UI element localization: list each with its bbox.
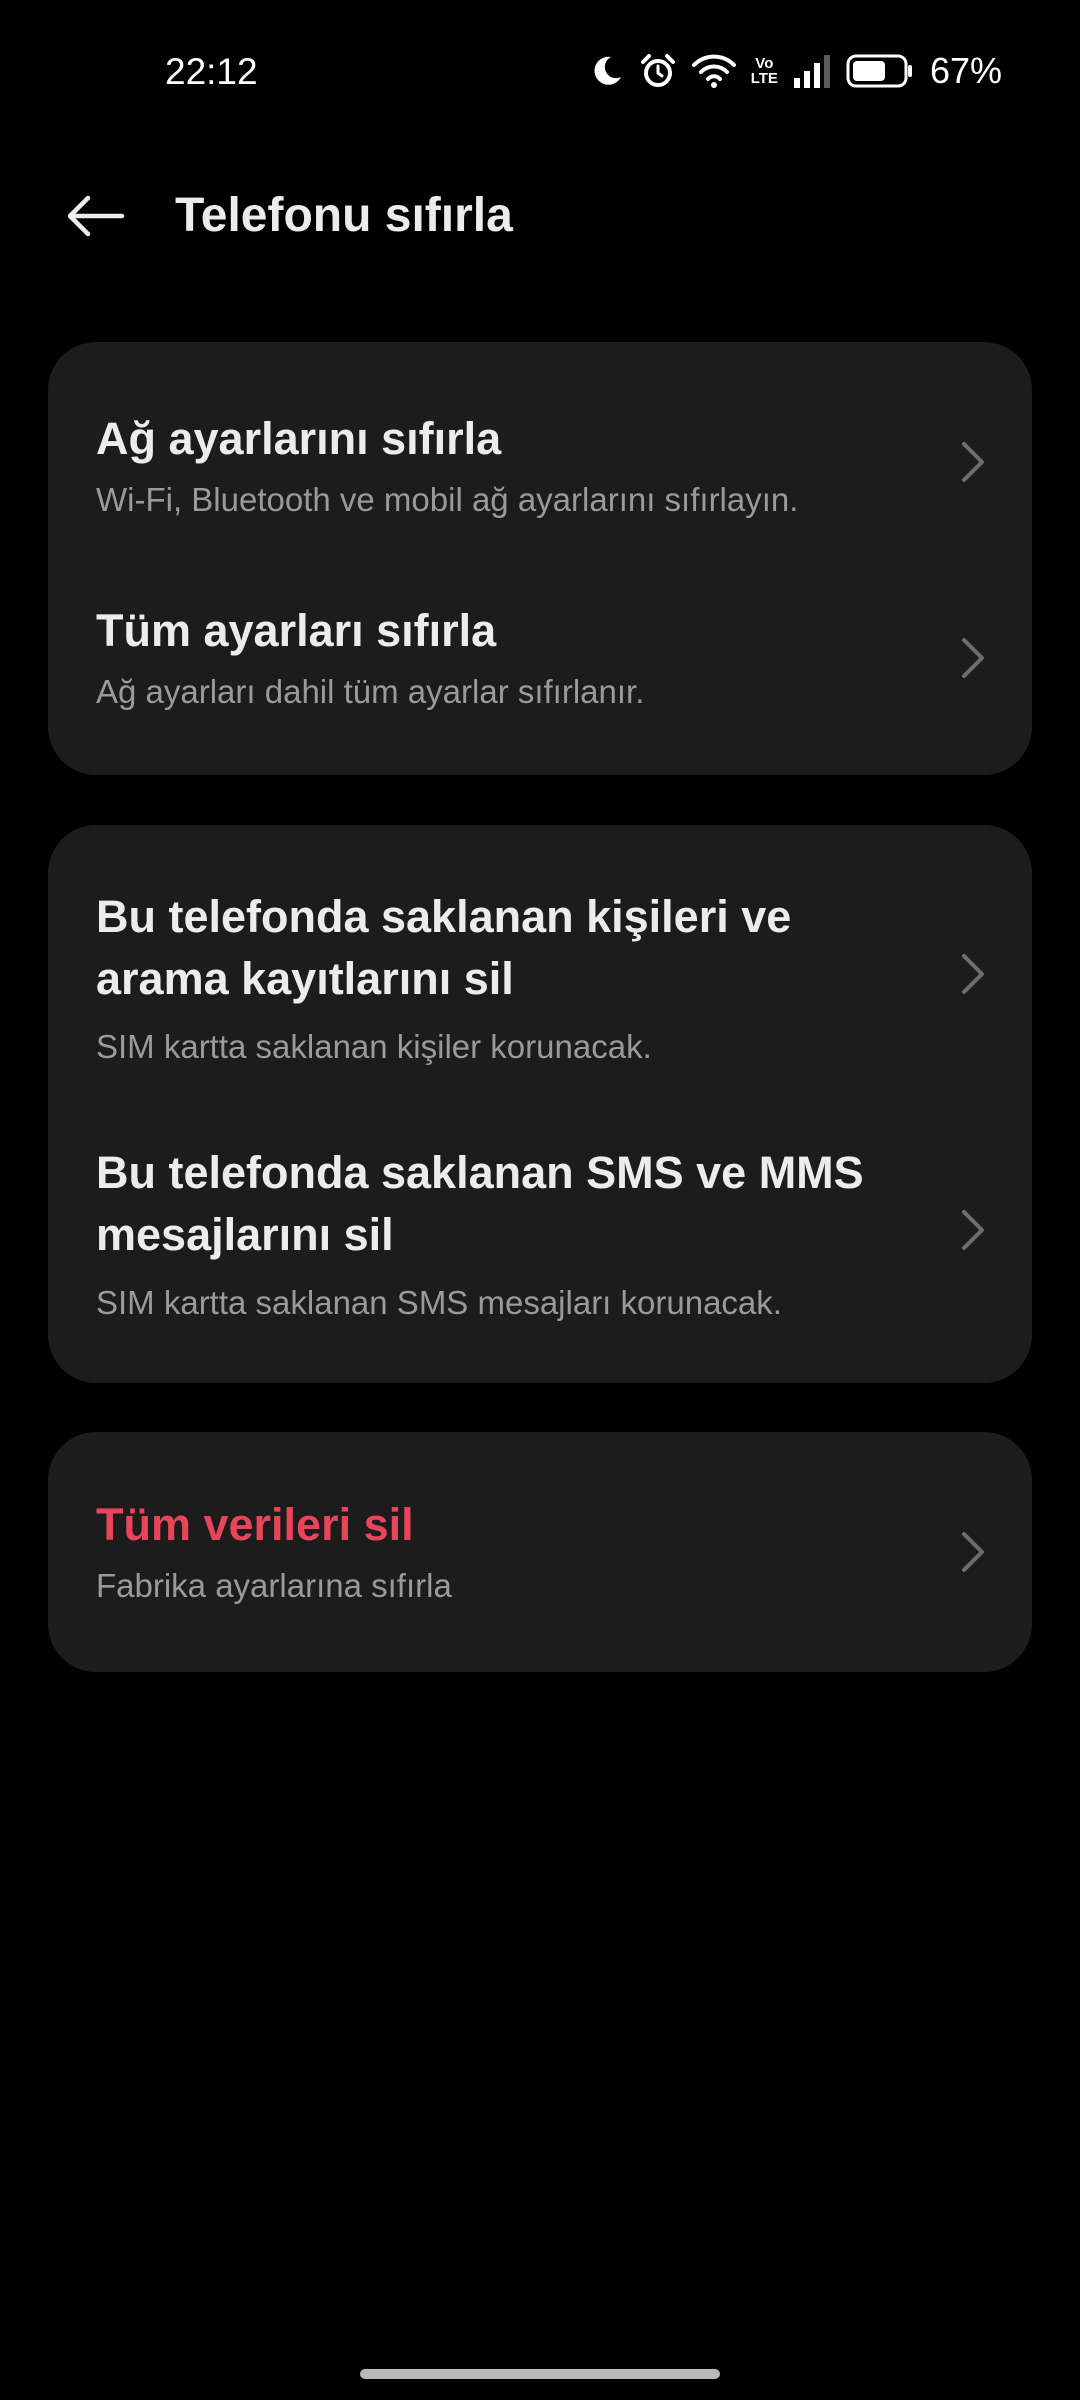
chevron-right-icon <box>962 1210 984 1250</box>
chevron-right-icon <box>962 638 984 678</box>
factory-reset-card: Tüm verileri sil Fabrika ayarlarına sıfı… <box>48 1432 1032 1672</box>
battery-icon <box>846 54 914 88</box>
signal-icon <box>792 54 832 88</box>
home-indicator[interactable] <box>360 2369 720 2379</box>
battery-percent: 67% <box>929 50 1002 91</box>
reset-all-settings-subtitle: Ağ ayarları dahil tüm ayarlar sıfırlanır… <box>96 673 645 710</box>
status-icons: Vo LTE 67% <box>589 46 1002 96</box>
delete-sms-mms-title: Bu telefonda saklanan SMS ve MMS mesajla… <box>96 1142 936 1266</box>
personal-data-card: Bu telefonda saklanan kişileri ve arama … <box>48 825 1032 1383</box>
moon-icon <box>589 53 625 89</box>
volte-label-top: Vo <box>755 55 774 72</box>
volte-label-bottom: LTE <box>750 70 778 87</box>
delete-contacts-calllogs-subtitle: SIM kartta saklanan kişiler korunacak. <box>96 1028 652 1065</box>
delete-sms-mms-title-line1: Bu telefonda saklanan SMS ve MMS <box>96 1147 864 1198</box>
delete-sms-mms-title-line2: mesajlarını sil <box>96 1209 394 1260</box>
volte-icon: Vo LTE <box>751 56 778 86</box>
status-time: 22:12 <box>165 51 258 92</box>
delete-sms-mms-item[interactable]: Bu telefonda saklanan SMS ve MMS mesajla… <box>48 1095 1032 1383</box>
reset-network-settings-subtitle: Wi-Fi, Bluetooth ve mobil ağ ayarlarını … <box>96 481 799 518</box>
reset-network-settings-item[interactable]: Ağ ayarlarını sıfırla Wi-Fi, Bluetooth v… <box>48 342 1032 538</box>
reset-all-settings-title: Tüm ayarları sıfırla <box>96 605 497 656</box>
chevron-right-icon <box>962 954 984 994</box>
back-arrow-icon <box>67 195 125 237</box>
erase-all-data-title: Tüm verileri sil <box>96 1499 414 1550</box>
status-bar: 22:12 Vo LTE 67% <box>0 0 1080 140</box>
wifi-icon <box>691 53 737 89</box>
delete-contacts-calllogs-item[interactable]: Bu telefonda saklanan kişileri ve arama … <box>48 825 1032 1095</box>
network-settings-card: Ağ ayarlarını sıfırla Wi-Fi, Bluetooth v… <box>48 342 1032 775</box>
alarm-icon <box>639 52 677 90</box>
chevron-right-icon <box>962 442 984 482</box>
delete-sms-mms-subtitle: SIM kartta saklanan SMS mesajları koruna… <box>96 1284 782 1321</box>
delete-contacts-calllogs-title: Bu telefonda saklanan kişileri ve arama … <box>96 886 936 1010</box>
reset-all-settings-item[interactable]: Tüm ayarları sıfırla Ağ ayarları dahil t… <box>48 538 1032 775</box>
erase-all-data-item[interactable]: Tüm verileri sil Fabrika ayarlarına sıfı… <box>48 1432 1032 1672</box>
back-button[interactable] <box>60 180 132 252</box>
delete-contacts-calllogs-title-line1: Bu telefonda saklanan kişileri ve <box>96 891 792 942</box>
erase-all-data-subtitle: Fabrika ayarlarına sıfırla <box>96 1567 452 1604</box>
reset-network-settings-title: Ağ ayarlarını sıfırla <box>96 413 502 464</box>
chevron-right-icon <box>962 1532 984 1572</box>
page-title: Telefonu sıfırla <box>175 189 513 242</box>
delete-contacts-calllogs-title-line2: arama kayıtlarını sil <box>96 953 514 1004</box>
